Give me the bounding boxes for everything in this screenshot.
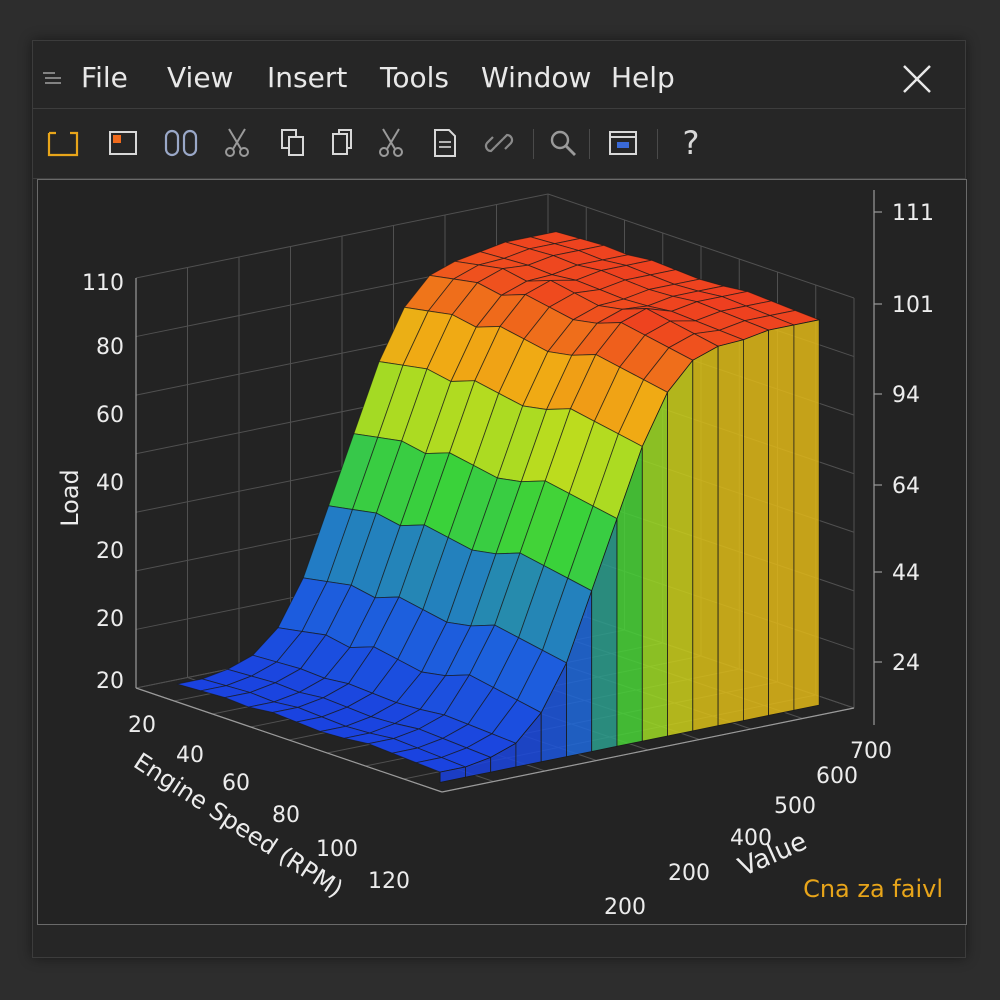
menu-file[interactable]: File: [81, 61, 128, 94]
x-tick-label: 80: [272, 803, 300, 828]
surface-side-cell: [717, 339, 744, 727]
search-icon[interactable]: [545, 125, 581, 161]
toolbar-separator: [657, 129, 658, 159]
cut-icon[interactable]: [219, 125, 255, 161]
toolbar-separator: [589, 129, 590, 159]
panel-icon[interactable]: [605, 125, 641, 161]
plot-area: 110 80 60 40 20 20 20 111 101 94 64 44 24 20 40 60 80 100…: [37, 179, 967, 925]
z-axis-label: Load: [56, 469, 84, 527]
footer-text: Cna za faivl: [803, 875, 943, 903]
surface-side-cell: [768, 324, 795, 716]
y-tick-label: 700: [850, 739, 892, 764]
surface-side-cell: [692, 345, 719, 732]
z-tick-label: 110: [82, 271, 124, 296]
app-window: File View Insert Tools Window Help ? 110…: [32, 40, 967, 959]
z-tick-label: 20: [96, 539, 124, 564]
image-icon[interactable]: [105, 125, 141, 161]
y-tick-label: 600: [816, 764, 858, 789]
x-tick-label: 60: [222, 771, 250, 796]
z-right-tick-label: 94: [892, 383, 920, 408]
x-tick-label: 120: [368, 869, 410, 894]
y-tick-label: 500: [774, 794, 816, 819]
menu-help[interactable]: Help: [611, 61, 675, 94]
z-tick-label: 20: [96, 669, 124, 694]
z-right-tick-label: 64: [892, 474, 920, 499]
x-tick-label: 20: [128, 713, 156, 738]
z-tick-label: 20: [96, 607, 124, 632]
y-tick-label: 200: [668, 861, 710, 886]
surface-side-cell: [641, 392, 668, 742]
y-tick-label: 200: [604, 895, 646, 920]
menu-view[interactable]: View: [167, 61, 233, 94]
menu-tools[interactable]: Tools: [380, 61, 449, 94]
z-right-tick-label: 111: [892, 201, 934, 226]
link-chain-icon[interactable]: [481, 125, 517, 161]
surface-side-cell: [793, 319, 820, 711]
paste-icon[interactable]: [325, 125, 361, 161]
z-tick-label: 80: [96, 335, 124, 360]
open-folder-icon[interactable]: [45, 125, 81, 161]
menu-window[interactable]: Window: [481, 61, 591, 94]
x-tick-label: 100: [316, 837, 358, 862]
z-tick-label: 40: [96, 471, 124, 496]
menu-insert[interactable]: Insert: [267, 61, 347, 94]
toolbar-separator: [533, 129, 534, 159]
close-icon[interactable]: [899, 61, 935, 97]
surface-chart: 1108060402020201111019464442420406080100…: [56, 190, 934, 920]
x-tick-label: 40: [176, 743, 204, 768]
status-bar: [33, 925, 965, 959]
z-right-tick-label: 24: [892, 651, 920, 676]
copy-icon[interactable]: [275, 125, 311, 161]
surface-side-cell: [743, 329, 769, 722]
toolbar: ?: [33, 109, 965, 179]
z-right-tick-label: 101: [892, 293, 934, 318]
document-icon[interactable]: [427, 125, 463, 161]
z-tick-label: 60: [96, 403, 124, 428]
menu-bar: File View Insert Tools Window Help: [33, 41, 965, 109]
z-right-tick-label: 44: [892, 561, 920, 586]
surface-side-cell: [667, 359, 694, 737]
help-icon[interactable]: ?: [673, 125, 709, 161]
cut-alt-icon[interactable]: [373, 125, 409, 161]
link-icon[interactable]: [163, 125, 199, 161]
app-menu-icon[interactable]: [41, 71, 63, 85]
